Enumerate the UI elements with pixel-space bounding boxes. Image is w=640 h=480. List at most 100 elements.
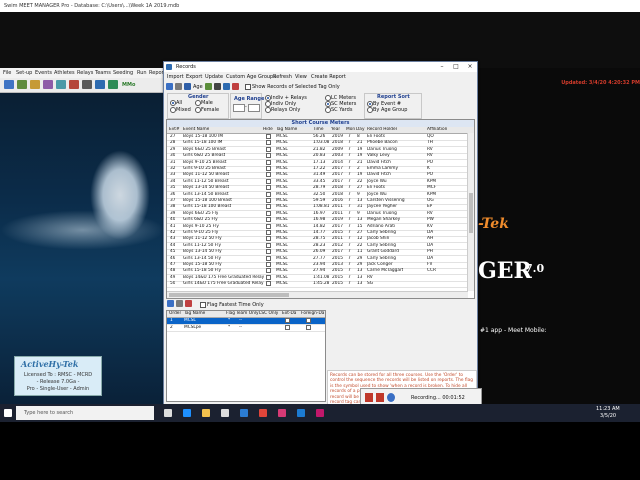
menu-athletes[interactable]: Athletes xyxy=(54,70,75,76)
tag-foreign-checkbox[interactable] xyxy=(306,325,311,330)
hide-checkbox[interactable] xyxy=(266,217,271,223)
age-low-input[interactable] xyxy=(233,104,245,112)
delete-icon[interactable] xyxy=(232,83,239,90)
menu-events[interactable]: Events xyxy=(35,70,52,76)
hide-checkbox[interactable] xyxy=(266,159,271,165)
hide-checkbox[interactable] xyxy=(266,223,271,229)
grid-horizontal-scrollbar[interactable] xyxy=(167,291,468,298)
tag-col-team-only[interactable]: Team Only xyxy=(236,311,259,317)
menu-custom-age-groups[interactable]: Custom Age Groups xyxy=(226,74,276,80)
hide-checkbox[interactable] xyxy=(266,198,271,203)
pause-icon[interactable] xyxy=(365,393,373,402)
hide-checkbox[interactable] xyxy=(266,242,271,248)
tag-col-name[interactable]: Tag Name xyxy=(184,311,205,317)
tag-ext-checkbox[interactable] xyxy=(285,318,290,323)
hide-checkbox[interactable] xyxy=(266,166,271,171)
hide-checkbox[interactable] xyxy=(266,210,271,216)
tag-row[interactable]: 1 MCSL * -- xyxy=(167,318,325,325)
hide-checkbox[interactable] xyxy=(266,268,271,274)
mm-label[interactable]: MMo xyxy=(122,82,135,88)
col-event-name[interactable]: Event Name xyxy=(183,127,209,133)
app-icon-a[interactable] xyxy=(278,409,286,417)
chrome-icon[interactable] xyxy=(259,409,267,417)
app-icon-b[interactable] xyxy=(297,409,305,417)
menu-view[interactable]: View xyxy=(295,74,307,80)
tag-col-order[interactable]: Order xyxy=(169,311,181,317)
stop-icon[interactable] xyxy=(376,393,384,402)
tag-col-lsc-only[interactable]: LSC Only xyxy=(259,311,278,317)
records-tool-icon[interactable] xyxy=(95,80,105,89)
maximize-button[interactable]: □ xyxy=(449,62,463,72)
col-year[interactable]: Year xyxy=(331,127,340,133)
hide-checkbox[interactable] xyxy=(266,172,271,178)
hide-checkbox[interactable] xyxy=(266,281,271,287)
hide-checkbox[interactable] xyxy=(266,140,271,146)
hide-checkbox[interactable] xyxy=(266,255,271,261)
edge-icon[interactable] xyxy=(183,409,191,417)
menu-relays[interactable]: Relays xyxy=(77,70,93,76)
hide-checkbox[interactable] xyxy=(266,262,271,267)
hide-checkbox[interactable] xyxy=(266,185,271,191)
app-icon-c[interactable] xyxy=(316,409,324,417)
pen-icon[interactable] xyxy=(387,393,395,402)
col-evt[interactable]: Evt# xyxy=(169,127,180,133)
tool-icon-c[interactable] xyxy=(223,83,230,90)
grid-vertical-scrollbar[interactable] xyxy=(467,133,474,291)
hide-checkbox[interactable] xyxy=(266,249,271,255)
mail-icon[interactable] xyxy=(240,409,248,417)
tag-col-flag[interactable]: Flag xyxy=(226,311,235,317)
hide-checkbox[interactable] xyxy=(266,178,271,184)
hide-checkbox[interactable] xyxy=(266,153,271,159)
grid-vertical-thumb[interactable] xyxy=(469,193,473,233)
athletes-tool-icon[interactable] xyxy=(4,80,14,89)
age-label[interactable]: Age xyxy=(193,84,203,90)
store-icon[interactable] xyxy=(221,409,229,417)
minimize-button[interactable]: – xyxy=(435,62,449,72)
menu-teams[interactable]: Teams xyxy=(95,70,111,76)
menu-file[interactable]: File xyxy=(3,70,11,76)
menu-update[interactable]: Update xyxy=(205,74,223,80)
taskbar-search-box[interactable]: Type here to search xyxy=(16,406,154,420)
col-record-holder[interactable]: Record Holder xyxy=(367,127,397,133)
tag-ext-checkbox[interactable] xyxy=(285,325,290,330)
menu-import[interactable]: Import xyxy=(167,74,184,80)
start-icon[interactable] xyxy=(4,409,12,417)
menu-run[interactable]: Run xyxy=(137,70,147,76)
edit-tag-icon[interactable] xyxy=(176,300,183,307)
seeding-tool-icon[interactable] xyxy=(56,80,66,89)
hide-checkbox[interactable] xyxy=(266,236,271,242)
menu-refresh[interactable]: Refresh xyxy=(273,74,292,80)
events-tool-icon[interactable] xyxy=(43,80,53,89)
grid-horizontal-thumb[interactable] xyxy=(169,293,289,297)
hide-checkbox[interactable] xyxy=(266,146,271,152)
col-mon[interactable]: Mon xyxy=(346,127,355,133)
tag-foreign-checkbox[interactable] xyxy=(306,318,311,323)
delete-tag-icon[interactable] xyxy=(185,300,192,307)
teams-tool-icon[interactable] xyxy=(30,80,40,89)
print-icon[interactable] xyxy=(175,83,182,90)
run-tool-icon[interactable] xyxy=(69,80,79,89)
col-day[interactable]: Day xyxy=(356,127,365,133)
col-tag-name[interactable]: Tag Name xyxy=(276,127,297,133)
hide-checkbox[interactable] xyxy=(266,191,271,197)
menu-create-report[interactable]: Create Report xyxy=(311,74,346,80)
up-arrow-icon[interactable] xyxy=(184,83,191,90)
flag-fastest-checkbox[interactable] xyxy=(200,302,206,308)
menu-export[interactable]: Export xyxy=(186,74,202,80)
meet-mobile-tool-icon[interactable] xyxy=(108,80,118,89)
tool-icon-a[interactable] xyxy=(205,83,212,90)
col-affiliation[interactable]: Affiliation xyxy=(427,127,447,133)
menu-setup[interactable]: Set-up xyxy=(16,70,32,76)
close-button[interactable]: × xyxy=(463,62,477,72)
hide-checkbox[interactable] xyxy=(266,134,271,139)
add-record-icon[interactable] xyxy=(166,83,173,90)
add-tag-icon[interactable] xyxy=(167,300,174,307)
show-selected-tag-checkbox[interactable] xyxy=(245,84,251,90)
col-hide[interactable]: Hide xyxy=(263,127,273,133)
tool-icon-b[interactable] xyxy=(214,83,221,90)
menu-seeding[interactable]: Seeding xyxy=(113,70,133,76)
tag-col-foreign[interactable]: Foreign-Da xyxy=(301,311,324,317)
reports-tool-icon[interactable] xyxy=(82,80,92,89)
tag-col-ext[interactable]: Ext-Da xyxy=(282,311,296,317)
col-time[interactable]: Time xyxy=(313,127,324,133)
